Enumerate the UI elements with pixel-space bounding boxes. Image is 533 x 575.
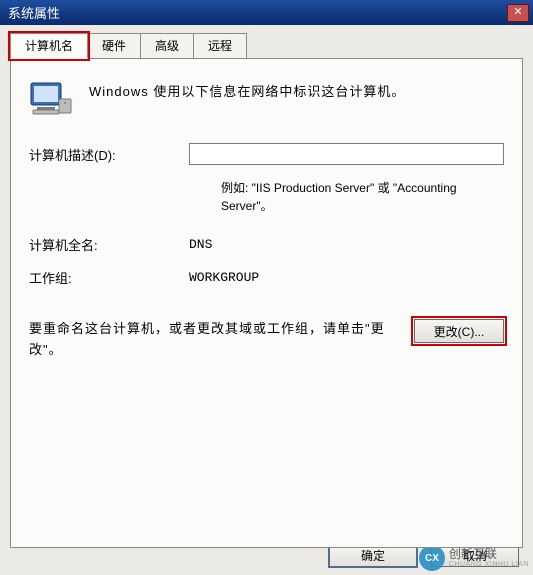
full-name-value: DNS bbox=[189, 237, 212, 252]
rename-text: 要重命名这台计算机，或者更改其域或工作组，请单击"更改"。 bbox=[29, 319, 404, 361]
description-label: 计算机描述(D): bbox=[29, 145, 189, 164]
row-workgroup: 工作组: WORKGROUP bbox=[29, 268, 504, 287]
description-input[interactable] bbox=[189, 143, 504, 165]
tab-strip: 计算机名 硬件 高级 远程 bbox=[10, 33, 523, 58]
full-name-label: 计算机全名: bbox=[29, 235, 189, 254]
panel-header: Windows 使用以下信息在网络中标识这台计算机。 bbox=[29, 79, 504, 119]
tab-panel-computer-name: Windows 使用以下信息在网络中标识这台计算机。 计算机描述(D): 例如:… bbox=[10, 58, 523, 548]
change-button[interactable]: 更改(C)... bbox=[414, 319, 504, 343]
window-title: 系统属性 bbox=[8, 3, 60, 22]
workgroup-label: 工作组: bbox=[29, 268, 189, 287]
computer-icon bbox=[29, 79, 73, 119]
close-button[interactable]: ✕ bbox=[507, 4, 529, 22]
row-full-name: 计算机全名: DNS bbox=[29, 235, 504, 254]
watermark-text: 创新互联 CHUANG XINHU LIAN bbox=[449, 548, 529, 569]
tab-advanced[interactable]: 高级 bbox=[140, 33, 194, 58]
tab-remote[interactable]: 远程 bbox=[193, 33, 247, 58]
watermark-icon: CX bbox=[419, 545, 445, 571]
panel-header-text: Windows 使用以下信息在网络中标识这台计算机。 bbox=[89, 79, 405, 100]
tab-computer-name[interactable]: 计算机名 bbox=[10, 33, 88, 59]
row-description: 计算机描述(D): bbox=[29, 143, 504, 165]
rename-section: 要重命名这台计算机，或者更改其域或工作组，请单击"更改"。 更改(C)... bbox=[29, 319, 504, 361]
watermark-brand: 创新互联 bbox=[449, 548, 529, 561]
dialog-body: 计算机名 硬件 高级 远程 Windows 使用以下信息在网络中标识这台计算机。… bbox=[0, 25, 533, 575]
tab-hardware[interactable]: 硬件 bbox=[87, 33, 141, 58]
titlebar: 系统属性 ✕ bbox=[0, 0, 533, 25]
watermark: CX 创新互联 CHUANG XINHU LIAN bbox=[419, 545, 529, 571]
close-icon: ✕ bbox=[513, 7, 522, 18]
watermark-sub: CHUANG XINHU LIAN bbox=[449, 561, 529, 569]
description-example: 例如: "IIS Production Server" 或 "Accountin… bbox=[221, 179, 504, 215]
workgroup-value: WORKGROUP bbox=[189, 270, 259, 285]
